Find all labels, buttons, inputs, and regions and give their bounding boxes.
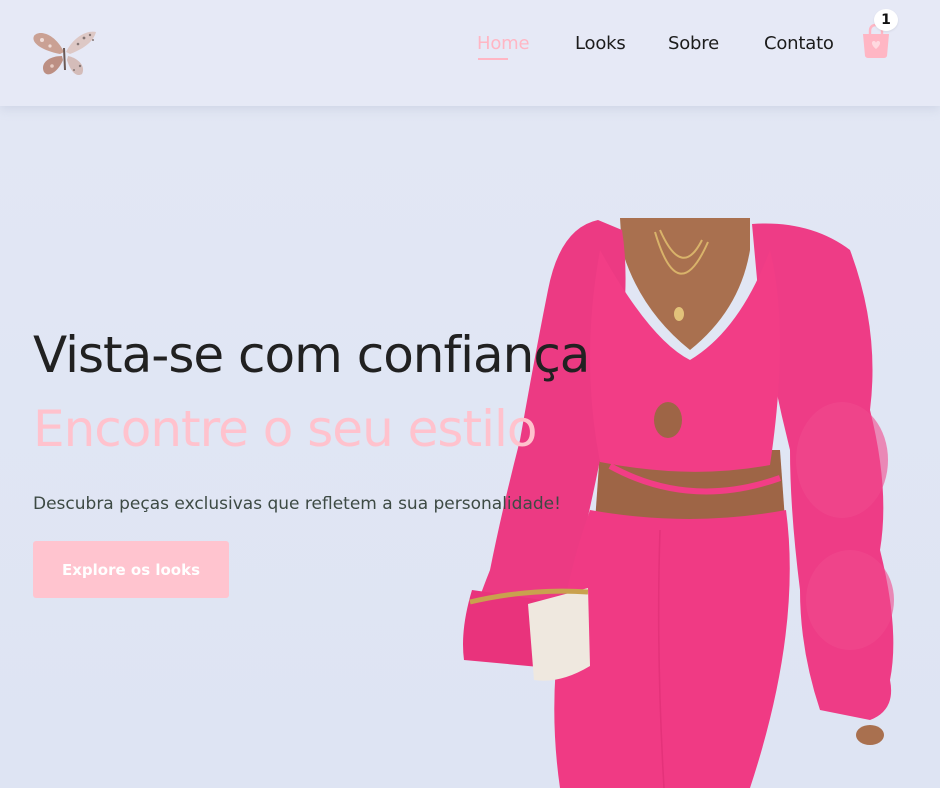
hero-subtitle: Encontre o seu estilo [33, 400, 537, 458]
hero-description: Descubra peças exclusivas que refletem a… [33, 494, 561, 514]
site-header: Home Looks Sobre Contato 1 [0, 0, 940, 106]
nav-contato[interactable]: Contato [764, 33, 834, 54]
nav-home[interactable]: Home [477, 33, 530, 54]
butterfly-logo-icon[interactable] [30, 26, 100, 80]
hero-title: Vista-se com confiança [33, 326, 590, 384]
nav-looks[interactable]: Looks [575, 33, 626, 54]
nav-active-underline [478, 58, 508, 60]
page: Home Looks Sobre Contato 1 Vista-se com … [0, 0, 940, 788]
nav-sobre[interactable]: Sobre [668, 33, 719, 54]
cart-count-badge: 1 [874, 9, 898, 31]
explore-looks-button[interactable]: Explore os looks [33, 541, 229, 598]
